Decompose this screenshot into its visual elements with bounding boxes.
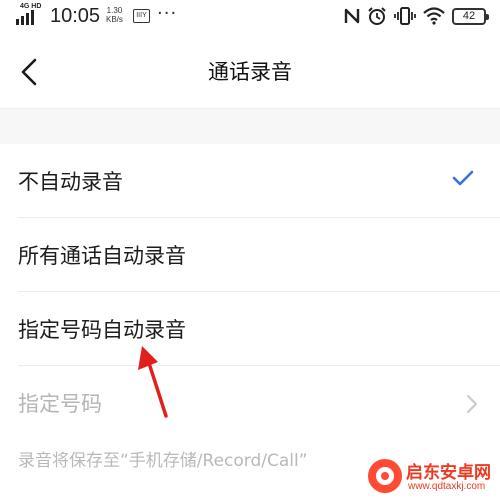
watermark-url: www.qdtaxkj.com [408,481,486,492]
chevron-right-icon [467,395,477,413]
option-auto-record-all[interactable]: 所有通话自动录音 [0,218,500,292]
watermark-name: 启东安卓网 [406,463,491,483]
status-icons: 42 [344,5,489,27]
app-notification-icon: IIIY [133,9,150,23]
nfc-icon [344,8,360,24]
specified-numbers-row[interactable]: 指定号码 [0,366,500,440]
watermark: 启东安卓网 www.qdtaxkj.com [368,457,496,497]
red-arrow-annotation [138,346,168,418]
option-label: 指定号码自动录音 [18,318,186,342]
wifi-icon [423,7,445,25]
signal-icon [16,10,34,25]
option-no-auto-record[interactable]: 不自动录音 [0,144,500,218]
battery-icon: 42 [452,7,489,25]
status-bar: 4G HD 10:05 1.30 KB/s IIIY ··· 42 [0,0,500,34]
watermark-logo-icon [368,459,402,493]
clock: 10:05 [50,5,101,27]
alarm-icon [368,7,386,25]
speed-unit: KB/s [106,15,123,24]
vibrate-icon [394,7,416,25]
option-label: 不自动录音 [18,170,123,194]
network-speed: 1.30 KB/s [106,6,123,24]
title-bar: 通话录音 [0,34,500,108]
specified-numbers-label: 指定号码 [18,392,102,416]
option-label: 所有通话自动录音 [18,244,186,268]
speed-value: 1.30 [106,6,123,15]
more-notifications-icon: ··· [157,3,178,24]
section-spacer [0,108,500,144]
save-location-note: 录音将保存至“手机存储/Record/Call” [18,451,308,471]
checkmark-icon [452,170,474,186]
page-title: 通话录音 [208,60,292,84]
option-auto-record-specified[interactable]: 指定号码自动录音 [0,292,500,366]
